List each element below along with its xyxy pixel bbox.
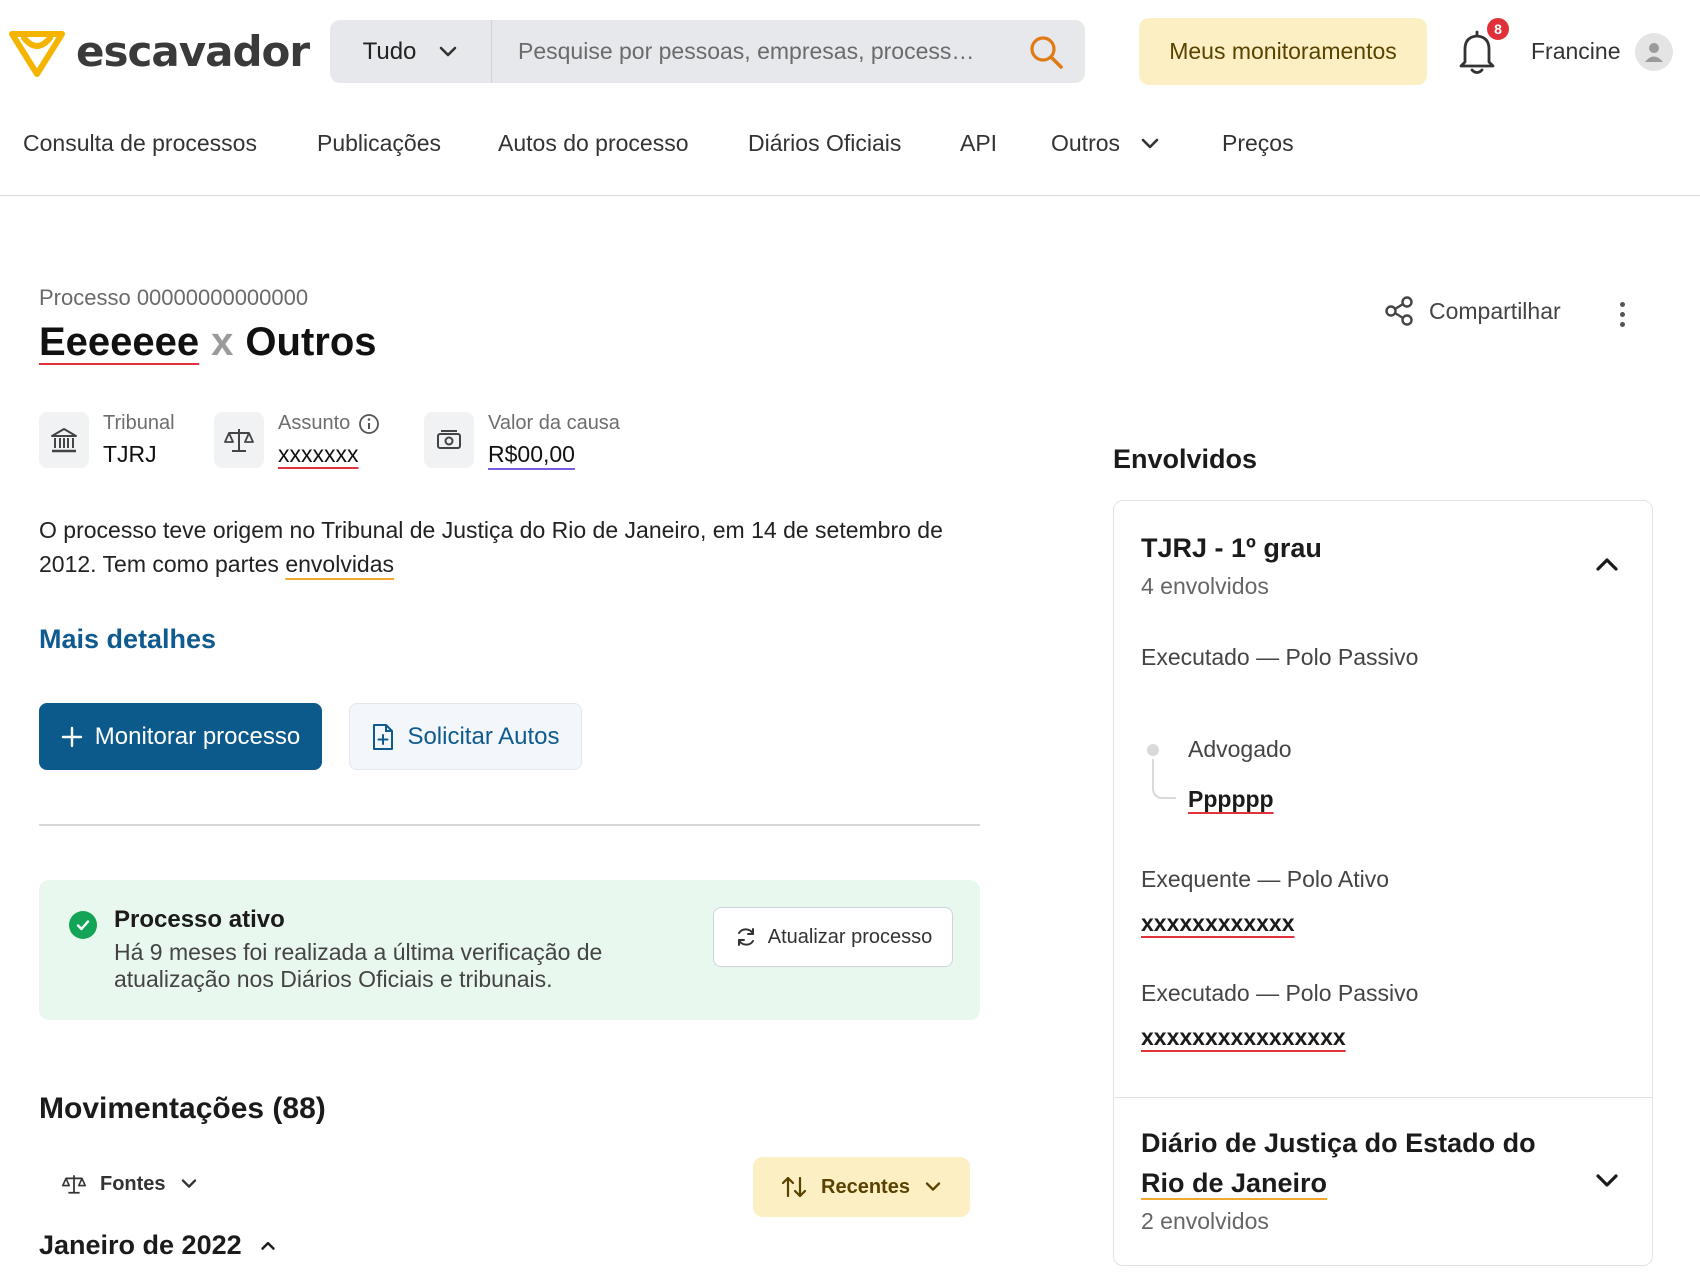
user-name[interactable]: Francine [1531,38,1620,65]
process-description-text: O processo teve origem no Tribunal de Ju… [39,517,943,577]
chevron-down-icon[interactable] [1592,1165,1622,1195]
versus-label: x [211,320,234,364]
process-status-card: Processo ativo Há 9 meses foi realizada … [39,880,980,1020]
search-scope-select[interactable]: Tudo [330,20,492,83]
movements-title: Movimentações (88) [39,1092,326,1125]
claim-value: R$00,00 [488,441,575,467]
court-label: Tribunal [103,412,175,434]
search-button[interactable] [1007,20,1085,83]
chevron-up-icon [260,1241,275,1250]
nav-item-others-label: Outros [1051,130,1121,156]
share-label: Compartilhar [1429,297,1561,324]
refresh-icon [737,928,754,946]
user-icon [1645,43,1663,62]
chevron-down-icon [925,1182,941,1191]
courthouse-icon [39,412,89,468]
subject-info: Assunto xxxxxxx [214,412,380,468]
update-process-label: Atualizar processo [767,925,933,948]
court-info: Tribunal TJRJ [39,412,175,468]
lawyer-role: Advogado [1188,736,1292,762]
sort-arrows-icon [781,1176,807,1198]
monitor-process-label: Monitorar processo [94,722,301,750]
money-icon [424,412,474,468]
page-title: Eeeeeee x Outros [39,320,377,365]
search-scope-label: Tudo [362,37,417,65]
chevron-down-icon [1141,138,1159,148]
avatar[interactable] [1635,33,1673,71]
share-icon [1385,296,1413,326]
involved-section-title: TJRJ - 1º grau [1141,533,1322,563]
month-group-toggle[interactable]: Janeiro de 2022 [39,1230,276,1261]
logo[interactable]: escavador [8,24,310,78]
party-b-name: Outros [245,320,377,364]
chevron-down-icon [440,46,457,56]
tree-dot [1147,744,1159,756]
process-description: O processo teve origem no Tribunal de Ju… [39,513,989,581]
scales-icon [214,412,264,468]
process-number: Processo 00000000000000 [39,285,309,310]
party-role: Executado — Polo Passivo [1141,980,1419,1006]
chevron-up-icon[interactable] [1592,549,1622,579]
section-divider [1114,1097,1652,1098]
notification-badge: 8 [1485,16,1511,42]
party-role: Exequente — Polo Ativo [1141,866,1390,892]
involved-card: TJRJ - 1º grau 4 envolvidos Executado — … [1113,500,1653,1266]
nav-item-official-gazettes[interactable]: Diários Oficiais [748,130,901,157]
search-icon [1030,35,1063,69]
status-description: Há 9 meses foi realizada a última verifi… [114,939,603,992]
plus-icon [61,726,82,747]
update-process-button[interactable]: Atualizar processo [713,907,953,967]
involved-section-title-line2: Rio de Janeiro [1141,1168,1328,1198]
chevron-down-icon [181,1179,196,1188]
involved-section-count: 4 envolvidos [1141,573,1269,599]
nav-item-others[interactable]: Outros [1051,130,1160,157]
file-add-icon [373,723,394,750]
subject-label: Assunto [278,412,380,435]
logo-text: escavador [76,26,310,76]
sort-label: Recentes [821,1175,910,1198]
search-bar: Tudo [330,20,1085,83]
my-monitorings-button[interactable]: Meus monitoramentos [1139,18,1427,85]
more-details-link[interactable]: Mais detalhes [39,624,216,655]
party-role: Executado — Polo Passivo [1141,644,1419,670]
month-label: Janeiro de 2022 [39,1230,242,1260]
site-header: escavador Tudo Meus monitoramentos 8 Fra… [0,0,1700,196]
more-options-icon[interactable] [1608,294,1636,334]
check-circle-icon [69,911,97,939]
scales-icon [62,1175,86,1194]
subject-label-text: Assunto [278,412,351,434]
claim-value-label: Valor da causa [488,412,620,434]
share-button[interactable]: Compartilhar [1383,295,1561,327]
involved-section-count: 2 envolvidos [1141,1208,1269,1234]
sources-filter[interactable]: Fontes [62,1172,198,1196]
nav-item-publications[interactable]: Publicações [317,130,441,157]
party-name[interactable]: xxxxxxxxxxxx [1141,910,1295,937]
info-icon[interactable] [358,413,380,435]
request-files-label: Solicitar Autos [407,722,560,750]
sources-label: Fontes [100,1172,166,1195]
nav-item-case-files[interactable]: Autos do processo [498,130,689,157]
subject-value: xxxxxxx [278,441,359,467]
nav-item-api[interactable]: API [960,130,997,157]
party-a-name[interactable]: Eeeeeee [39,320,199,364]
escavador-logo-icon [9,31,65,77]
status-title: Processo ativo [114,906,285,933]
sort-select[interactable]: Recentes [753,1157,970,1217]
lawyer-name[interactable]: Pppppp [1188,786,1274,813]
tree-connector [1152,759,1176,799]
involved-section-title-line1: Diário de Justiça do Estado do [1141,1128,1536,1158]
nav-item-pricing[interactable]: Preços [1222,130,1294,157]
claim-value-info: Valor da causa R$00,00 [424,412,620,468]
court-value: TJRJ [103,441,157,467]
request-files-button[interactable]: Solicitar Autos [349,703,582,770]
monitor-process-button[interactable]: Monitorar processo [39,703,322,770]
involved-heading: Envolvidos [1113,444,1258,474]
section-divider [39,824,980,826]
involved-parties-link[interactable]: envolvidas [285,551,394,577]
party-name[interactable]: xxxxxxxxxxxxxxxx [1141,1024,1346,1051]
search-input[interactable] [492,20,1007,83]
nav-item-process-search[interactable]: Consulta de processos [23,130,257,157]
